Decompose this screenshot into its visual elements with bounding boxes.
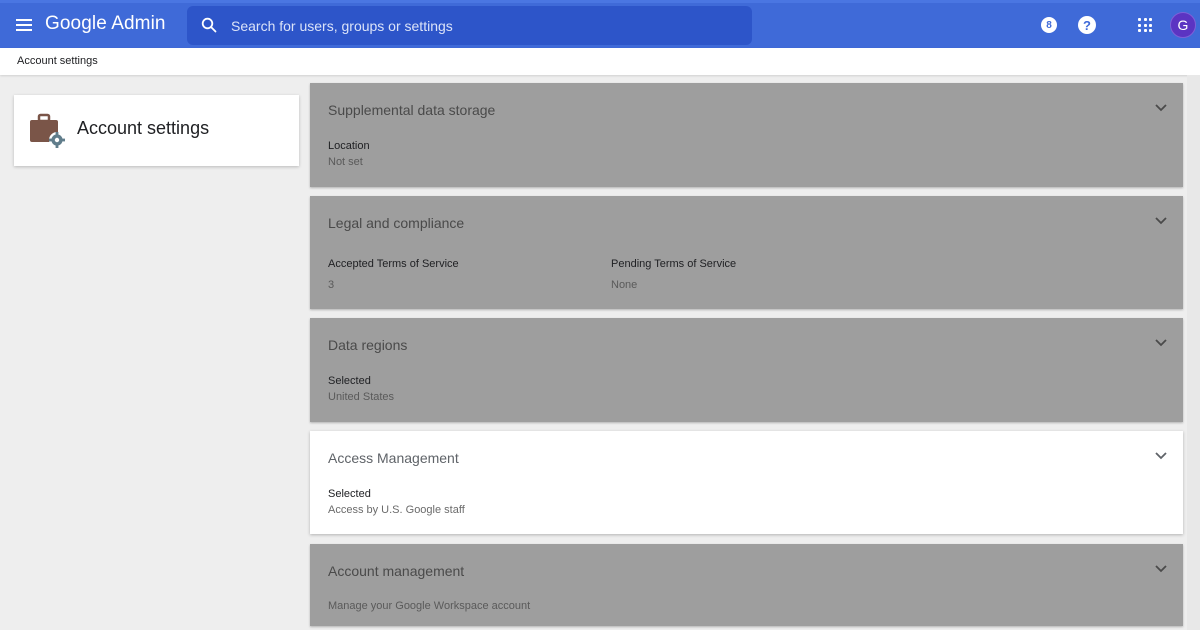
search-icon[interactable] [201, 17, 217, 33]
account-settings-card: Account settings [14, 95, 299, 166]
field-value: Manage your Google Workspace account [328, 600, 531, 612]
field-label: Pending Terms of Service [611, 258, 737, 270]
notifications-icon[interactable]: 8 [1041, 17, 1057, 33]
search-box[interactable] [187, 6, 752, 45]
section-access-management[interactable]: Access Management Selected Access by U.S… [310, 431, 1183, 534]
field-value: 3 [328, 279, 335, 291]
section-title[interactable]: Supplemental data storage [328, 102, 495, 118]
section-title[interactable]: Access Management [328, 450, 459, 466]
field-value: Access by U.S. Google staff [328, 504, 465, 516]
chevron-down-icon[interactable] [1155, 452, 1167, 460]
chevron-down-icon[interactable] [1155, 104, 1167, 112]
avatar[interactable]: G [1170, 12, 1196, 38]
help-icon[interactable]: ? [1078, 16, 1096, 34]
app-title[interactable]: Google Admin [45, 13, 166, 35]
section-account-management[interactable]: Account management Manage your Google Wo… [310, 544, 1183, 626]
chevron-down-icon[interactable] [1155, 217, 1167, 225]
field-label: Accepted Terms of Service [328, 258, 459, 270]
card-title: Account settings [77, 118, 210, 138]
apps-grid-icon[interactable] [1138, 18, 1152, 32]
field-label: Selected [328, 488, 371, 500]
field-value: Not set [328, 156, 363, 168]
chevron-down-icon[interactable] [1155, 339, 1167, 347]
search-input[interactable] [231, 6, 731, 45]
section-title[interactable]: Legal and compliance [328, 215, 464, 231]
briefcase-gear-icon [30, 113, 65, 148]
section-supplemental-data-storage[interactable]: Supplemental data storage Location Not s… [310, 83, 1183, 187]
section-data-regions[interactable]: Data regions Selected United States [310, 318, 1183, 422]
field-value: None [611, 279, 638, 291]
section-title[interactable]: Data regions [328, 337, 407, 353]
chevron-down-icon[interactable] [1155, 565, 1167, 573]
field-label: Location [328, 140, 370, 152]
field-value: United States [328, 391, 395, 403]
section-legal-and-compliance[interactable]: Legal and compliance Accepted Terms of S… [310, 196, 1183, 309]
section-title[interactable]: Account management [328, 563, 464, 579]
breadcrumb-bar: Account settings [0, 48, 1200, 75]
top-app-bar: Google Admin 8 ? G [0, 0, 1200, 48]
field-label: Selected [328, 375, 371, 387]
breadcrumb[interactable]: Account settings [17, 55, 98, 67]
scrollbar-track[interactable] [1187, 75, 1200, 630]
menu-icon[interactable] [14, 15, 34, 35]
